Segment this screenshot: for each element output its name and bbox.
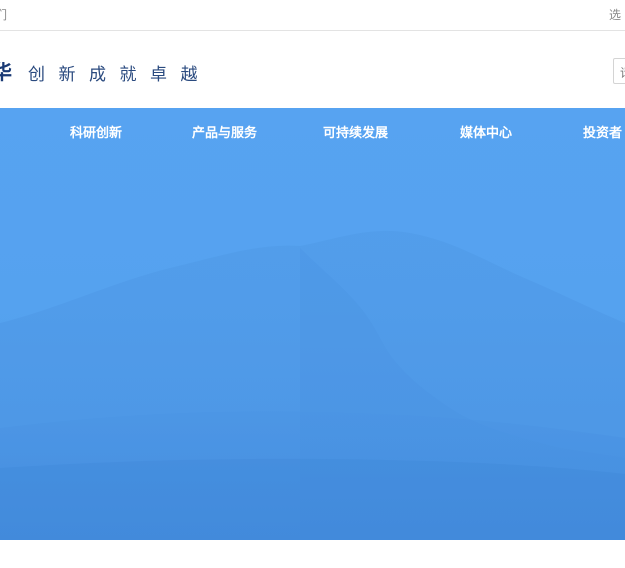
nav-item-sustainability[interactable]: 可持续发展 — [323, 126, 388, 142]
top-utility-bar: 们 选 — [0, 0, 625, 31]
page-bottom-area — [0, 540, 625, 568]
hero-banner: 科研创新 产品与服务 可持续发展 媒体中心 投资者 — [0, 108, 625, 540]
page: 们 选 华 创新成就卓越 科研创新 产 — [0, 0, 625, 568]
top-right-link[interactable]: 选 — [609, 8, 621, 22]
search-input[interactable] — [613, 58, 625, 84]
nav-item-investors[interactable]: 投资者 — [583, 126, 622, 142]
hero-mountain-image — [0, 230, 625, 540]
main-nav: 科研创新 产品与服务 可持续发展 媒体中心 投资者 — [0, 108, 625, 164]
header: 华 创新成就卓越 — [0, 31, 625, 108]
top-left-link[interactable]: 们 — [0, 8, 7, 22]
nav-item-products[interactable]: 产品与服务 — [192, 126, 257, 142]
nav-item-media[interactable]: 媒体中心 — [460, 126, 512, 142]
brand-logo[interactable]: 华 — [0, 61, 12, 83]
brand-slogan: 创新成就卓越 — [28, 65, 211, 85]
nav-item-research[interactable]: 科研创新 — [70, 126, 122, 142]
